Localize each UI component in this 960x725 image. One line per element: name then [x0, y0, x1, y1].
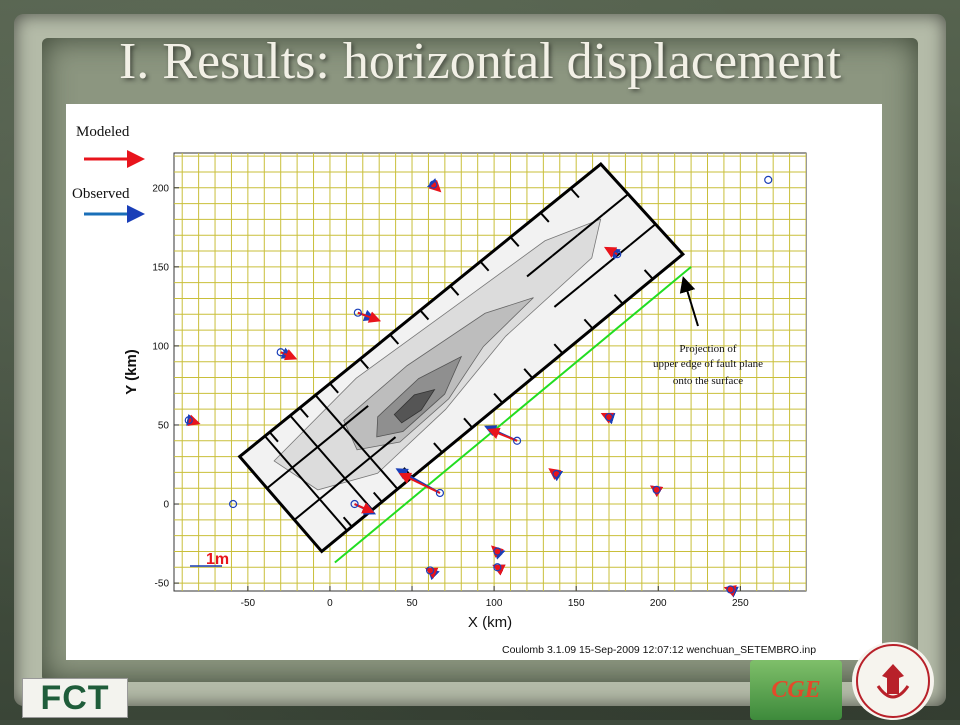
x-tick-label: 150: [568, 598, 585, 609]
legend-modeled-label: Modeled: [76, 124, 130, 140]
y-axis-label: Y (km): [123, 349, 140, 395]
annotation-line-1: Projection of: [679, 343, 736, 355]
x-tick-label: 250: [732, 598, 749, 609]
annotation-line-3: onto the surface: [673, 375, 743, 387]
fct-logo: FCT: [22, 678, 128, 718]
x-tick-label: 200: [650, 598, 667, 609]
y-tick-label: 50: [158, 420, 170, 431]
university-seal-icon: [856, 644, 930, 718]
slide-title: I. Results: horizontal displacement: [118, 33, 842, 90]
displacement-plot: -50 0 50 100 150 200 250 -50 0 50 100 150 200 1m Pro…: [84, 150, 807, 631]
y-tick-label: 0: [163, 500, 169, 511]
x-axis-label: X (km): [468, 614, 512, 631]
figure-panel: -50 0 50 100 150 200 250 -50 0 50 100 150 200 1m Pro…: [66, 104, 882, 660]
scale-bar-label: 1m: [206, 551, 229, 568]
y-tick-label: 100: [152, 341, 169, 352]
software-credit: Coulomb 3.1.09 15-Sep-2009 12:07:12 wenc…: [502, 644, 817, 656]
x-tick-label: 0: [327, 598, 333, 609]
y-tick-label: 150: [152, 262, 169, 273]
cge-logo: CGE: [750, 660, 842, 720]
y-tick-label: 200: [152, 183, 169, 194]
university-evora-logo: [852, 642, 934, 720]
x-tick-label: 100: [486, 598, 503, 609]
annotation-line-2: upper edge of fault plane: [653, 358, 763, 370]
y-tick-label: -50: [155, 579, 170, 590]
legend-observed-label: Observed: [72, 186, 130, 202]
x-tick-label: -50: [241, 598, 256, 609]
x-tick-label: 50: [406, 598, 418, 609]
